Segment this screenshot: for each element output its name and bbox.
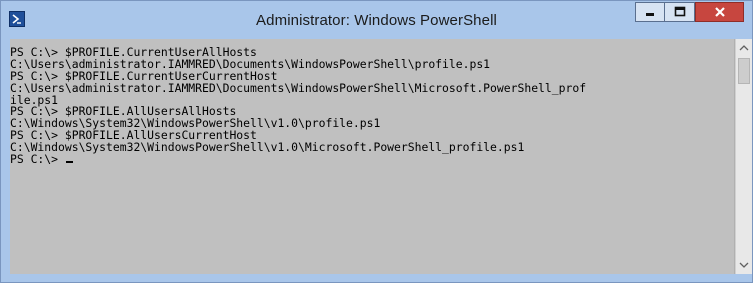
minimize-button[interactable] <box>635 2 665 22</box>
window-bottom-border <box>1 274 752 282</box>
chevron-down-icon <box>739 262 749 268</box>
title-bar[interactable]: Administrator: Windows PowerShell <box>1 1 752 39</box>
prompt-line[interactable]: PS C:\> <box>10 152 586 167</box>
text-cursor <box>65 161 73 164</box>
scroll-thumb[interactable] <box>738 58 750 84</box>
console-line: C:\Users\administrator.IAMMRED\Documents… <box>10 80 587 95</box>
console-lines: PS C:\> $PROFILE.CurrentUserAllHosts C:\… <box>10 46 587 167</box>
console-line: C:\Windows\System32\WindowsPowerShell\v1… <box>10 140 525 155</box>
scroll-up-button[interactable] <box>736 39 752 56</box>
chevron-up-icon <box>739 45 749 51</box>
close-button[interactable] <box>695 2 744 22</box>
maximize-button[interactable] <box>665 2 695 22</box>
minimize-icon <box>646 13 654 16</box>
maximize-icon <box>674 6 685 17</box>
scroll-down-button[interactable] <box>736 257 752 274</box>
powershell-window: Administrator: Windows PowerShell PS C:\… <box>0 0 753 283</box>
prompt-text: PS C:\> <box>10 152 65 167</box>
close-icon <box>714 7 725 17</box>
console-output[interactable]: PS C:\> $PROFILE.CurrentUserAllHosts C:\… <box>10 39 735 274</box>
vertical-scrollbar[interactable] <box>735 39 752 274</box>
